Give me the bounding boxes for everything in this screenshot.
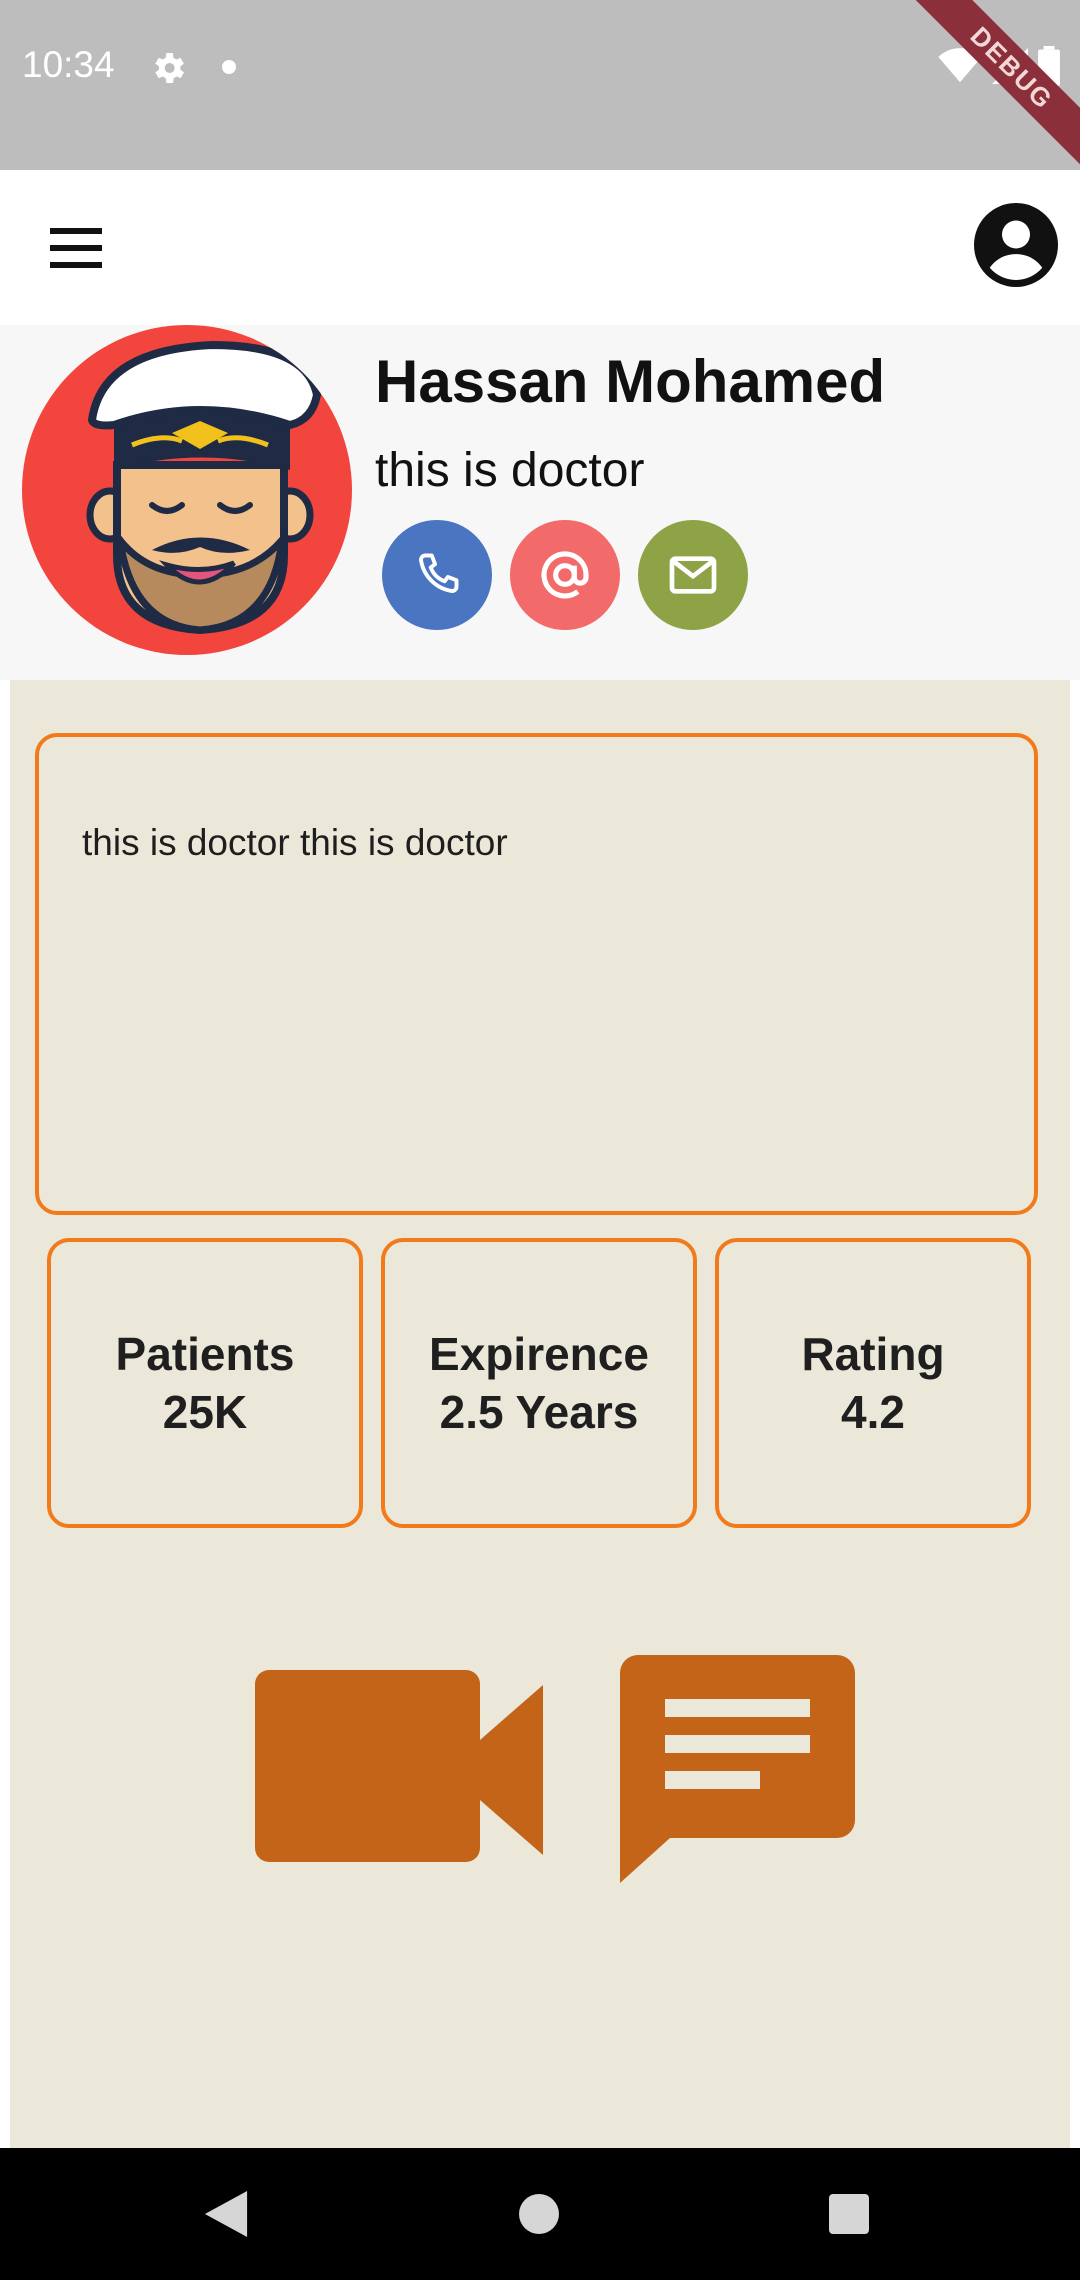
home-icon[interactable] [519,2194,559,2234]
about-text: this is doctor this is doctor [82,822,508,863]
call-button[interactable] [382,520,492,630]
stats-row: Patients 25K Expirence 2.5 Years Rating … [47,1238,1042,1528]
stat-label: Expirence [429,1328,649,1380]
system-nav-bar [0,2148,1080,2280]
stat-card-experience: Expirence 2.5 Years [381,1238,697,1528]
profile-header: Hassan Mohamed this is doctor [0,325,1080,680]
captain-avatar-illustration [86,340,322,635]
stat-card-rating: Rating 4.2 [715,1238,1031,1528]
mail-icon [669,556,717,594]
doctor-name: Hassan Mohamed [375,348,886,415]
at-sign-icon [541,551,589,599]
message-button[interactable] [638,520,748,630]
notification-dot-icon [222,60,236,74]
avatar [22,325,352,655]
action-row [255,1655,875,1895]
phone-icon [419,553,459,593]
stat-card-patients: Patients 25K [47,1238,363,1528]
stat-label: Rating [801,1328,945,1380]
video-call-icon[interactable] [255,1670,550,1870]
recents-icon[interactable] [829,2194,869,2234]
menu-icon[interactable] [50,228,102,268]
doctor-subtitle: this is doctor [375,444,645,497]
gear-icon [155,53,184,83]
app-bar [0,170,1080,325]
account-icon[interactable] [974,203,1058,287]
status-time: 10:34 [22,44,115,85]
debug-banner-label: DEBUG [910,0,1080,170]
email-at-button[interactable] [510,520,620,630]
stat-value: 4.2 [841,1386,905,1438]
contact-buttons [382,520,748,630]
stat-label: Patients [115,1328,295,1380]
status-bar: 10:34 DEBUG [0,0,1080,170]
debug-banner: DEBUG [910,0,1080,170]
stat-value: 25K [162,1386,248,1438]
about-card: this is doctor this is doctor [35,733,1038,1215]
main-content: this is doctor this is doctor Patients 2… [10,680,1070,2148]
back-icon[interactable] [204,2191,248,2237]
chat-icon[interactable] [620,1655,855,1895]
stat-value: 2.5 Years [439,1386,639,1438]
